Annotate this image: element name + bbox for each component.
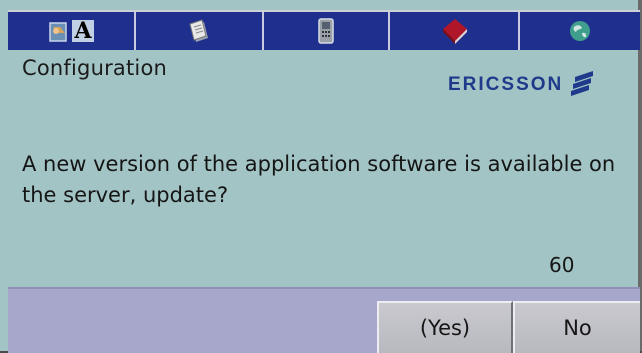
- countdown-timer: 60: [549, 253, 575, 277]
- book-icon: [439, 17, 469, 45]
- tab-directory[interactable]: A: [8, 12, 136, 50]
- tab-directory-label: A: [72, 18, 94, 44]
- address-book-icon: A: [48, 18, 94, 44]
- ericsson-logo-icon: [563, 70, 597, 100]
- no-button[interactable]: No: [513, 301, 640, 353]
- phone-icon: [316, 17, 336, 45]
- tab-messages[interactable]: [136, 12, 264, 50]
- softkey-bar: (Yes) No: [8, 287, 640, 353]
- brand-logo: ERICSSON: [448, 70, 597, 100]
- phone-screen: A Configuration ERICSSON A new version o…: [0, 0, 642, 353]
- documents-icon: [186, 18, 212, 44]
- dialog-title: Configuration: [22, 56, 168, 80]
- tab-bar: A: [8, 10, 640, 50]
- tab-contacts-book[interactable]: [390, 12, 520, 50]
- dialog-message: A new version of the application softwar…: [22, 152, 616, 207]
- tab-phone[interactable]: [264, 12, 390, 50]
- tab-web[interactable]: [520, 12, 640, 50]
- yes-button[interactable]: (Yes): [377, 301, 513, 353]
- globe-icon: [567, 18, 593, 44]
- brand-name: ERICSSON: [448, 74, 564, 95]
